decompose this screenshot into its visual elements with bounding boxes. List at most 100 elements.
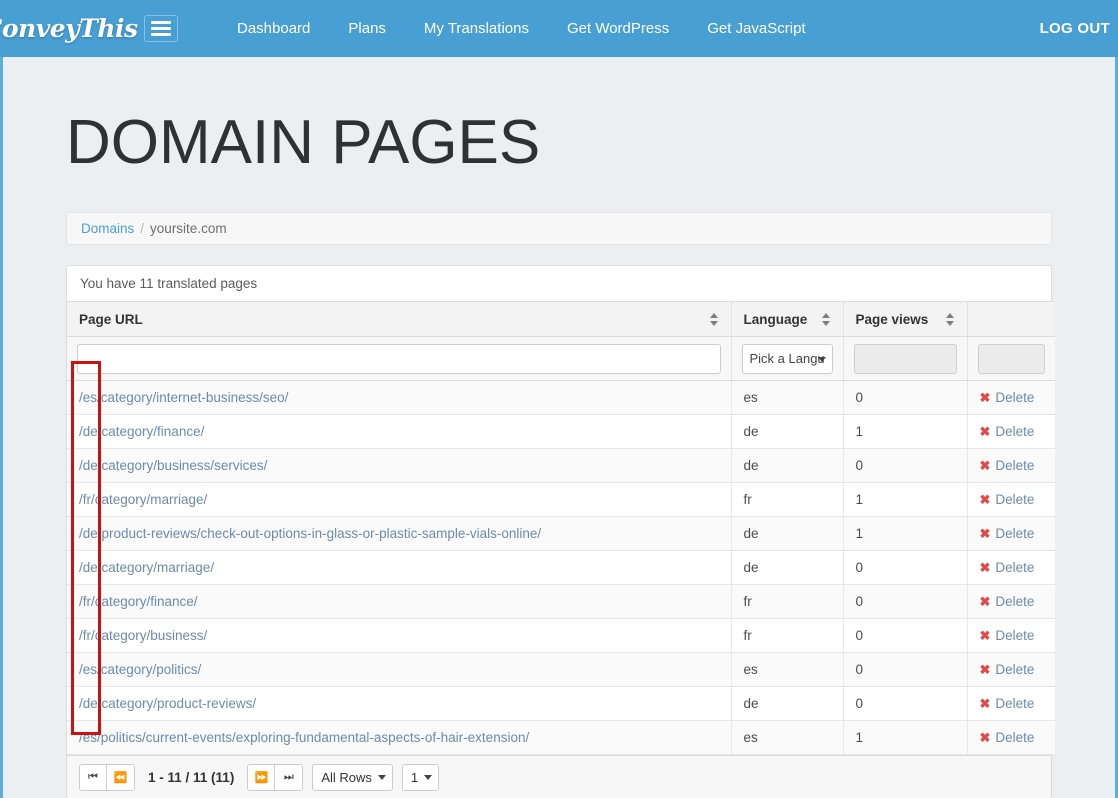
cell-language: de <box>731 448 844 483</box>
table-row[interactable]: /de/product-reviews/check-out-options-in… <box>67 516 1055 551</box>
table-row[interactable]: /de/category/marriage/ de 0 ✖ Delete <box>67 550 1055 585</box>
cell-language: de <box>731 686 844 721</box>
cell-actions: ✖ Delete <box>967 652 1055 687</box>
cell-page-url: /es/category/politics/ <box>67 652 732 687</box>
pages-panel: You have 11 translated pages Page URL La… <box>66 265 1055 798</box>
page-url-link[interactable]: /fr/category/finance/ <box>79 594 198 609</box>
page-url-link[interactable]: /es/category/internet-business/seo/ <box>79 390 288 405</box>
cell-page-views: 0 <box>843 618 968 653</box>
table-row[interactable]: /fr/category/business/ fr 0 ✖ Delete <box>67 618 1055 653</box>
table-row[interactable]: /es/category/politics/ es 0 ✖ Delete <box>67 652 1055 687</box>
delete-label: Delete <box>995 695 1035 711</box>
next-page-button[interactable]: ⏩ <box>247 763 276 791</box>
delete-button[interactable]: ✖ Delete <box>980 696 1035 711</box>
cell-language: de <box>731 516 844 551</box>
page-url-link[interactable]: /de/category/finance/ <box>79 424 204 439</box>
hamburger-bar <box>151 33 171 36</box>
page-url-link[interactable]: /fr/category/business/ <box>79 628 207 643</box>
delete-label: Delete <box>995 627 1035 643</box>
nav-link-get-javascript[interactable]: Get JavaScript <box>688 0 824 57</box>
cell-language: de <box>731 414 844 449</box>
delete-button[interactable]: ✖ Delete <box>980 560 1035 575</box>
rows-per-page-select[interactable]: All Rows <box>312 763 393 791</box>
translated-pages-summary: You have 11 translated pages <box>67 266 1051 301</box>
page-url-link[interactable]: /de/category/marriage/ <box>79 560 214 575</box>
x-mark-icon: ✖ <box>979 457 991 473</box>
logout-button[interactable]: LOG OUT <box>1026 0 1118 57</box>
page-url-link[interactable]: /es/politics/current-events/exploring-fu… <box>79 730 529 745</box>
cell-language: es <box>731 380 844 415</box>
content-container: DOMAIN PAGES Domains / yoursite.com You … <box>3 57 1115 798</box>
chevron-down-icon <box>817 356 826 362</box>
delete-label: Delete <box>995 457 1035 473</box>
column-header-page-views[interactable]: Page views <box>843 301 968 337</box>
delete-button[interactable]: ✖ Delete <box>980 730 1035 745</box>
actions-filter-input[interactable] <box>977 343 1045 374</box>
page-url-link[interactable]: /de/product-reviews/check-out-options-in… <box>79 526 541 541</box>
x-mark-icon: ✖ <box>979 559 991 575</box>
table-row[interactable]: /de/category/finance/ de 1 ✖ Delete <box>67 414 1055 449</box>
nav-link-dashboard[interactable]: Dashboard <box>218 0 329 57</box>
page-url-link[interactable]: /fr/category/marriage/ <box>79 492 207 507</box>
cell-page-views: 0 <box>843 652 968 687</box>
page-url-link[interactable]: /de/category/business/services/ <box>79 458 267 473</box>
filter-row: Pick a Langu <box>67 336 1055 381</box>
delete-label: Delete <box>995 559 1035 575</box>
breadcrumb-link-domains[interactable]: Domains <box>81 221 134 236</box>
page-url-filter-input[interactable] <box>77 343 721 374</box>
column-header-language[interactable]: Language <box>731 301 844 337</box>
table-row[interactable]: /es/politics/current-events/exploring-fu… <box>67 720 1055 755</box>
page-number-select[interactable]: 1 <box>401 763 440 791</box>
x-mark-icon: ✖ <box>979 491 991 507</box>
last-page-button[interactable]: ⏭ <box>275 763 304 791</box>
column-header-page-url[interactable]: Page URL <box>67 301 732 337</box>
table-row[interactable]: /de/category/business/services/ de 0 ✖ De… <box>67 448 1055 483</box>
delete-button[interactable]: ✖ Delete <box>980 390 1035 405</box>
delete-label: Delete <box>995 491 1035 507</box>
chevron-down-icon <box>424 775 433 780</box>
delete-button[interactable]: ✖ Delete <box>980 526 1035 541</box>
cell-page-url: /de/category/finance/ <box>67 414 732 449</box>
cell-actions: ✖ Delete <box>967 516 1055 551</box>
table-head: Page URL Language Page views <box>67 301 1055 337</box>
page-url-link[interactable]: /de/category/product-reviews/ <box>79 696 256 711</box>
delete-button[interactable]: ✖ Delete <box>980 492 1035 507</box>
delete-label: Delete <box>995 389 1035 405</box>
sort-icon-page-url[interactable] <box>709 312 719 326</box>
page-views-filter-input[interactable] <box>853 343 957 374</box>
first-page-button[interactable]: ⏮ <box>79 763 107 791</box>
cell-page-url: /es/politics/current-events/exploring-fu… <box>67 720 732 755</box>
cell-page-views: 0 <box>843 584 968 619</box>
nav-link-my-translations[interactable]: My Translations <box>405 0 548 57</box>
rows-per-page-value: All Rows <box>321 769 372 785</box>
sort-icon-page-views[interactable] <box>945 312 955 326</box>
table-row[interactable]: /fr/category/marriage/ fr 1 ✖ Delete <box>67 482 1055 517</box>
hamburger-icon[interactable] <box>144 15 178 42</box>
nav-link-get-wordpress[interactable]: Get WordPress <box>548 0 688 57</box>
table-row[interactable]: /de/category/product-reviews/ de 0 ✖ Dele… <box>67 686 1055 721</box>
cell-page-url: /fr/category/finance/ <box>67 584 732 619</box>
sort-icon-language[interactable] <box>821 312 831 326</box>
page-number-value: 1 <box>410 769 419 785</box>
delete-button[interactable]: ✖ Delete <box>980 594 1035 609</box>
language-filter-select[interactable]: Pick a Langu <box>741 343 833 374</box>
cell-actions: ✖ Delete <box>967 482 1055 517</box>
cell-language: fr <box>731 584 844 619</box>
delete-button[interactable]: ✖ Delete <box>980 662 1035 677</box>
cell-language: es <box>731 720 844 755</box>
cell-page-views: 0 <box>843 380 968 415</box>
table-row[interactable]: /fr/category/finance/ fr 0 ✖ Delete <box>67 584 1055 619</box>
table-row[interactable]: /es/category/internet-business/seo/ es 0… <box>67 380 1055 415</box>
page-url-link[interactable]: /es/category/politics/ <box>79 662 201 677</box>
delete-button[interactable]: ✖ Delete <box>980 458 1035 473</box>
cell-page-url: /fr/category/marriage/ <box>67 482 732 517</box>
hamburger-bar <box>151 27 171 30</box>
nav-link-plans[interactable]: Plans <box>329 0 405 57</box>
delete-button[interactable]: ✖ Delete <box>980 424 1035 439</box>
previous-page-button[interactable]: ⏪ <box>107 763 135 791</box>
nav-links: Dashboard Plans My Translations Get Word… <box>218 0 825 57</box>
filter-section: Pick a Langu <box>67 336 1055 381</box>
x-mark-icon: ✖ <box>979 627 991 643</box>
brand-logo[interactable]: ConveyThis <box>0 0 138 57</box>
delete-button[interactable]: ✖ Delete <box>980 628 1035 643</box>
